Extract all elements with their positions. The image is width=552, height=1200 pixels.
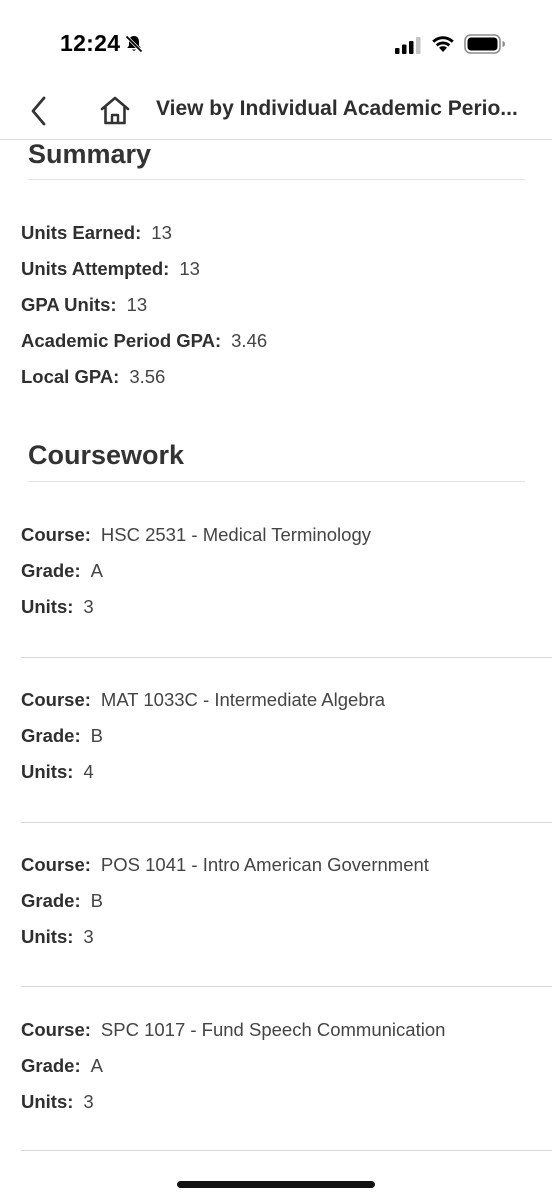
course-grade-row: Grade: A (21, 560, 103, 582)
course-units-row: Units: 3 (21, 596, 94, 618)
field-label: Units Attempted: (21, 258, 170, 279)
coursework-heading: Coursework (28, 440, 185, 470)
field-label: Local GPA: (21, 366, 120, 387)
field-label: Course: (21, 689, 91, 710)
course-units-row: Units: 4 (21, 761, 94, 783)
battery-icon (464, 34, 505, 54)
page-title: View by Individual Academic Perio... (156, 97, 518, 120)
course-name-row: Course: POS 1041 - Intro American Governm… (21, 854, 429, 876)
field-label: Course: (21, 854, 91, 875)
field-value: 3 (83, 1091, 94, 1112)
home-icon[interactable] (96, 92, 134, 128)
field-value: B (90, 890, 103, 911)
field-label: Units: (21, 926, 74, 947)
field-label: Academic Period GPA: (21, 330, 222, 351)
course-divider (21, 657, 552, 658)
field-label: Units: (21, 761, 74, 782)
wifi-icon (432, 36, 454, 52)
field-label: Grade: (21, 725, 81, 746)
field-label: Course: (21, 1019, 91, 1040)
units-attempted-row: Units Attempted: 13 (21, 258, 200, 280)
course-divider (21, 822, 552, 823)
field-label: GPA Units: (21, 294, 117, 315)
field-value: B (90, 725, 103, 746)
home-indicator[interactable] (177, 1181, 375, 1188)
course-name-row: Course: MAT 1033C - Intermediate Algebra (21, 689, 385, 711)
summary-heading: Summary (28, 139, 152, 169)
nav-bar: View by Individual Academic Perio... (0, 88, 552, 140)
field-label: Grade: (21, 1055, 81, 1076)
field-value: 13 (179, 258, 200, 279)
field-value: A (90, 560, 103, 581)
field-label: Units Earned: (21, 222, 142, 243)
field-value: HSC 2531 - Medical Terminology (100, 524, 371, 545)
field-value: 3.46 (231, 330, 268, 351)
field-label: Units: (21, 1091, 74, 1112)
field-label: Course: (21, 524, 91, 545)
coursework-divider (28, 481, 525, 482)
bell-slash-icon (125, 35, 143, 53)
field-value: POS 1041 - Intro American Government (100, 854, 429, 875)
field-value: 4 (83, 761, 94, 782)
field-value: SPC 1017 - Fund Speech Communication (100, 1019, 446, 1040)
course-grade-row: Grade: B (21, 890, 103, 912)
status-time: 12:24 (60, 30, 121, 56)
local-gpa-row: Local GPA: 3.56 (21, 366, 165, 388)
field-label: Units: (21, 596, 74, 617)
field-value: A (90, 1055, 103, 1076)
units-earned-row: Units Earned: 13 (21, 222, 172, 244)
field-label: Grade: (21, 890, 81, 911)
course-name-row: Course: HSC 2531 - Medical Terminology (21, 524, 371, 546)
field-value: 3.56 (129, 366, 166, 387)
cellular-signal-icon (395, 37, 421, 54)
field-value: 13 (151, 222, 172, 243)
course-grade-row: Grade: A (21, 1055, 103, 1077)
course-divider (21, 986, 552, 987)
field-value: MAT 1033C - Intermediate Algebra (100, 689, 386, 710)
course-divider (21, 1150, 552, 1151)
field-value: 3 (83, 596, 94, 617)
course-units-row: Units: 3 (21, 926, 94, 948)
course-units-row: Units: 3 (21, 1091, 94, 1113)
summary-divider (28, 179, 525, 180)
status-bar: 12:24 (0, 0, 552, 88)
course-name-row: Course: SPC 1017 - Fund Speech Communicat… (21, 1019, 445, 1041)
course-grade-row: Grade: B (21, 725, 103, 747)
field-value: 3 (83, 926, 94, 947)
field-label: Grade: (21, 560, 81, 581)
academic-period-gpa-row: Academic Period GPA: 3.46 (21, 330, 267, 352)
gpa-units-row: GPA Units: 13 (21, 294, 147, 316)
field-value: 13 (126, 294, 148, 315)
back-button[interactable] (22, 92, 56, 126)
